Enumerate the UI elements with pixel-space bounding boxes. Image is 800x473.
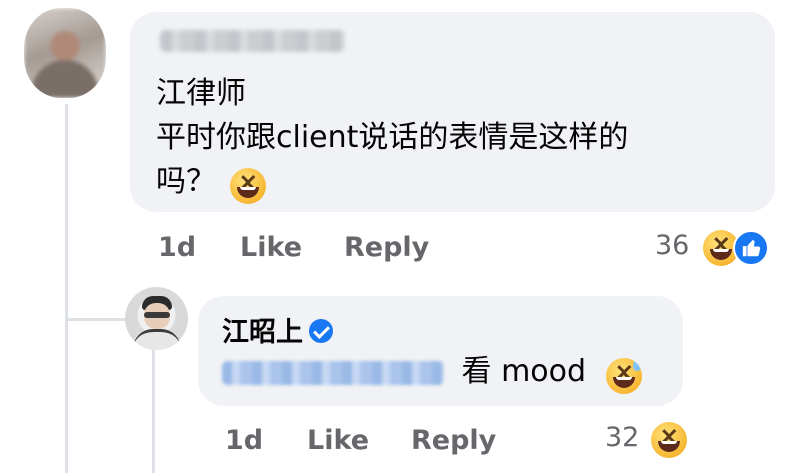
reply-author-name[interactable]: 江昭上 bbox=[222, 310, 333, 349]
reply-timestamp[interactable]: 1d bbox=[225, 425, 263, 456]
like-thumbs-up-icon bbox=[733, 230, 769, 266]
laughing-squint-emoji-icon bbox=[651, 422, 687, 458]
avatar-image bbox=[24, 8, 106, 98]
avatar-image bbox=[125, 287, 188, 350]
comment-text-line-1: 江律师 bbox=[156, 76, 246, 111]
verified-badge-icon bbox=[309, 319, 333, 343]
commenter-avatar[interactable] bbox=[24, 8, 106, 98]
comment-reaction-count: 36 bbox=[655, 230, 690, 261]
comment-bubble: 江律师 平时你跟client说话的表情是这样的 吗？ bbox=[130, 12, 775, 212]
reply-reply-button[interactable]: Reply bbox=[411, 425, 496, 456]
reply-author-avatar[interactable] bbox=[125, 287, 188, 350]
comment-text-line-2: 平时你跟client说话的表情是这样的 bbox=[156, 120, 629, 155]
comment-timestamp[interactable]: 1d bbox=[158, 232, 196, 263]
reply-like-button[interactable]: Like bbox=[307, 425, 369, 456]
comment-text-line-3: 吗？ bbox=[156, 164, 216, 199]
reply-text: 看 mood bbox=[461, 354, 587, 389]
comment-reply-button[interactable]: Reply bbox=[344, 232, 429, 263]
reply-actions: 1d Like Reply bbox=[225, 425, 525, 461]
grinning-sweat-emoji-icon bbox=[606, 358, 642, 394]
laughing-squint-emoji-icon bbox=[230, 168, 266, 204]
thumbs-up-glyph bbox=[742, 239, 761, 257]
commenter-name-redacted[interactable] bbox=[160, 30, 345, 52]
comment-actions: 1d Like Reply bbox=[158, 232, 458, 268]
reply-author-label: 江昭上 bbox=[222, 317, 303, 348]
thread-line-reply bbox=[152, 350, 155, 473]
reply-reaction-count: 32 bbox=[605, 422, 640, 453]
reply-reactions[interactable]: 32 bbox=[605, 420, 695, 460]
mention-tag-redacted[interactable] bbox=[222, 360, 444, 385]
thread-line-branch bbox=[65, 318, 127, 321]
thread-line-main bbox=[65, 104, 68, 473]
reply-bubble: 江昭上 看 mood bbox=[198, 296, 683, 406]
comment-reactions[interactable]: 36 bbox=[655, 228, 775, 268]
comment-like-button[interactable]: Like bbox=[240, 232, 302, 263]
reply-text-row: 看 mood bbox=[222, 350, 586, 394]
